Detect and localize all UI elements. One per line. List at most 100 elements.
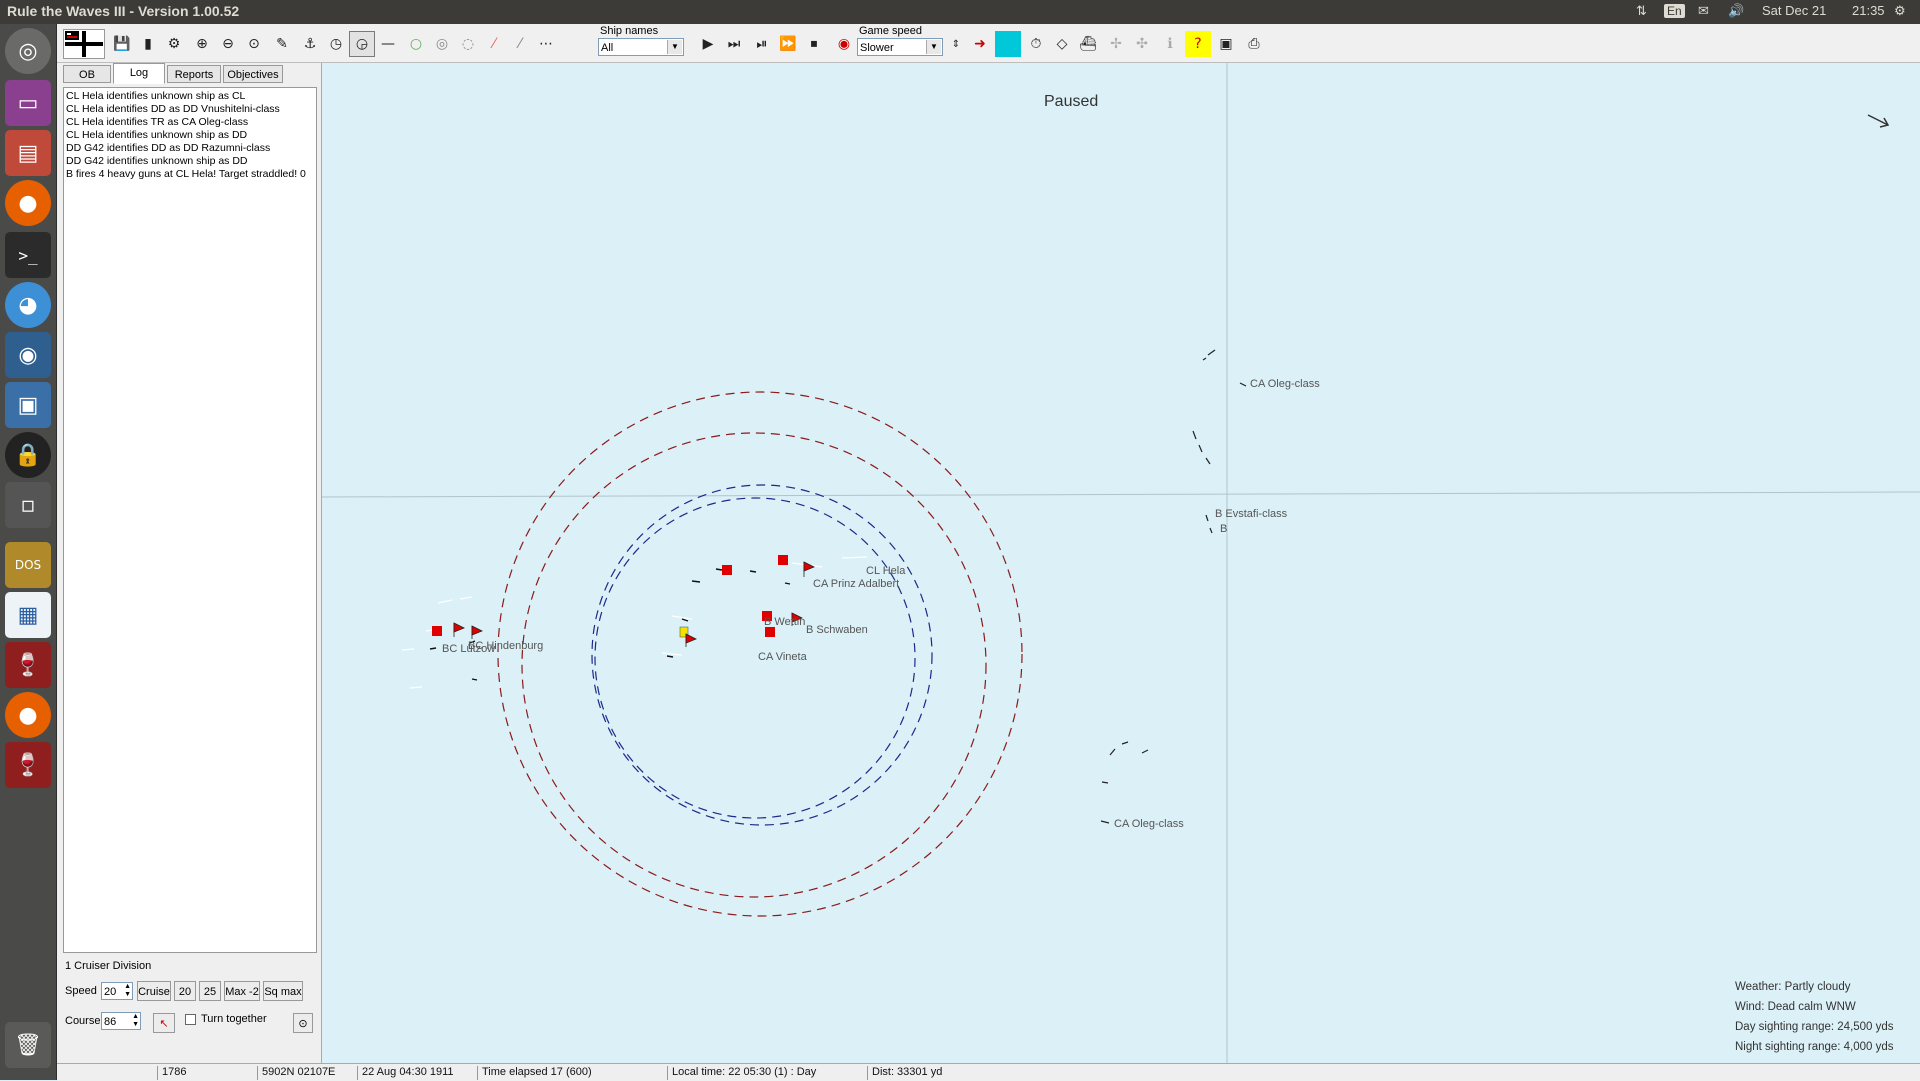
sea-view-icon[interactable] <box>995 31 1021 57</box>
stop-icon[interactable]: ⏹ <box>801 31 827 57</box>
wine-glass-icon[interactable]: 🍷 <box>5 642 51 688</box>
red-arrow-icon[interactable]: ➜ <box>967 31 993 57</box>
cruise-speed-button[interactable]: Cruise <box>137 981 171 1001</box>
red-line-icon[interactable]: ⁄ <box>481 31 507 57</box>
speed-input[interactable]: 20 ▲ ▼ <box>101 982 133 1000</box>
lock-icon[interactable]: 🔒 <box>5 432 51 478</box>
circle-gray-icon[interactable]: ◎ <box>429 31 455 57</box>
step-icon[interactable]: ⏭ <box>721 31 747 57</box>
battle-log[interactable]: CL Hela identifies unknown ship as CL CL… <box>63 87 317 953</box>
save-icon[interactable]: 💾 <box>109 31 135 57</box>
gray-line-icon[interactable]: ⁄ <box>507 31 533 57</box>
chevron-down-icon[interactable]: ▼ <box>667 40 682 54</box>
formation-2-icon[interactable]: ✣ <box>1129 31 1155 57</box>
clock-time[interactable]: 21:35 <box>1852 3 1885 18</box>
clock-icon[interactable]: ◷ <box>323 31 349 57</box>
screenshot-icon[interactable]: ▣ <box>1213 31 1239 57</box>
book-icon[interactable]: ▮ <box>135 31 161 57</box>
ship-label[interactable]: CA Oleg-class <box>1250 378 1320 390</box>
set-course-cursor-icon[interactable]: ↖ <box>153 1013 175 1033</box>
ship-icon[interactable]: ⛴ <box>1075 31 1101 57</box>
log-line: B fires 4 heavy guns at CL Hela! Target … <box>66 168 306 180</box>
night-sighting-range: Night sighting range: 4,000 yds <box>1735 1041 1894 1053</box>
ship-label[interactable]: B Evstafi-class <box>1215 508 1287 520</box>
flag-icon[interactable] <box>63 29 105 59</box>
log-line: CL Hela identifies unknown ship as CL <box>66 90 246 102</box>
zoom-out-icon[interactable]: ⊖ <box>215 31 241 57</box>
tab-log[interactable]: Log <box>113 63 165 84</box>
terminal-icon[interactable]: >_ <box>5 232 51 278</box>
info-icon[interactable]: ℹ <box>1157 31 1183 57</box>
squadron-max-button[interactable]: Sq max <box>263 981 303 1001</box>
wine-glass-2-icon[interactable]: 🍷 <box>5 742 51 788</box>
step-back-icon[interactable]: ⏯ <box>749 31 775 57</box>
tab-objectives[interactable]: Objectives <box>223 65 283 83</box>
document-icon[interactable]: ▦ <box>5 592 51 638</box>
dosbox-icon[interactable]: DOS <box>5 542 51 588</box>
ship-label[interactable]: CA Oleg-class <box>1114 818 1184 830</box>
virtualbox-icon[interactable]: ▣ <box>5 382 51 428</box>
log-line: CL Hela identifies TR as CA Oleg-class <box>66 116 249 128</box>
file-manager-icon[interactable]: ▤ <box>5 130 51 176</box>
ship-label[interactable]: CA Prinz Adalbert <box>813 578 899 590</box>
fast-forward-icon[interactable]: ⏩ <box>775 31 801 57</box>
steam-icon[interactable]: ◉ <box>5 332 51 378</box>
ship-label[interactable]: CA Vineta <box>758 651 807 663</box>
clock-date[interactable]: Sat Dec 21 <box>1762 3 1826 18</box>
timer-icon[interactable]: ◶ <box>349 31 375 57</box>
help-icon[interactable]: ? <box>1185 31 1211 57</box>
ship-label[interactable]: B <box>1220 523 1227 535</box>
window-small-icon[interactable]: ▫ <box>5 482 51 528</box>
zoom-in-icon[interactable]: ⊕ <box>189 31 215 57</box>
tab-reports[interactable]: Reports <box>167 65 221 83</box>
line-icon[interactable]: — <box>375 31 401 57</box>
stopwatch-icon[interactable]: ⏱ <box>1023 31 1049 57</box>
target-icon[interactable]: ◉ <box>831 31 857 57</box>
ship-label[interactable]: BC Hindenburg <box>468 640 543 652</box>
network-icon[interactable]: ⇅ <box>1636 3 1647 19</box>
window-app-icon[interactable]: ▭ <box>5 80 51 126</box>
circle-green-icon[interactable]: ○ <box>403 31 429 57</box>
chevron-down-icon[interactable]: ▼ <box>926 40 941 54</box>
speed-spinner-icon[interactable]: ⇕ <box>943 31 969 57</box>
torpedo-range-ring-inner <box>594 497 916 819</box>
map-canvas[interactable] <box>322 63 1920 1063</box>
color-app-icon[interactable]: ◕ <box>5 282 51 328</box>
keyboard-language[interactable]: En <box>1664 4 1685 18</box>
turn-together-checkbox[interactable] <box>185 1014 196 1025</box>
play-icon[interactable]: ▶ <box>695 31 721 57</box>
print-icon[interactable]: ⎙ <box>1241 31 1267 57</box>
zoom-fit-icon[interactable]: ⊙ <box>241 31 267 57</box>
ship-names-select[interactable]: All ▼ <box>598 38 684 56</box>
firefox-2-icon[interactable]: ● <box>5 692 51 738</box>
speed-20-button[interactable]: 20 <box>174 981 196 1001</box>
settings-gear-icon[interactable]: ⚙ <box>1894 3 1906 19</box>
ship-label[interactable]: B Schwaben <box>806 624 868 636</box>
speed-25-button[interactable]: 25 <box>199 981 221 1001</box>
tab-ob[interactable]: OB <box>63 65 111 83</box>
circle-gray-2-icon[interactable]: ◌ <box>455 31 481 57</box>
pencil-icon[interactable]: ✎ <box>269 31 295 57</box>
battle-map[interactable]: Paused CA Oleg-class B Evstafi-class B C… <box>322 63 1920 1063</box>
spin-arrows-icon[interactable]: ▲ ▼ <box>132 1013 139 1029</box>
mail-icon[interactable]: ✉ <box>1698 3 1709 19</box>
spin-arrows-icon[interactable]: ▲ ▼ <box>124 983 131 999</box>
anchor-icon[interactable]: ⚓ <box>297 31 323 57</box>
settings-icon[interactable]: ⚙ <box>161 31 187 57</box>
formation-icon[interactable]: ✢ <box>1103 31 1129 57</box>
course-input[interactable]: 86 ▲ ▼ <box>101 1012 141 1030</box>
speed-value: 20 <box>104 986 117 998</box>
ubuntu-dash-icon[interactable]: ◎ <box>5 28 51 74</box>
firefox-icon[interactable]: ● <box>5 180 51 226</box>
volume-icon[interactable]: 🔊 <box>1728 3 1744 19</box>
game-speed-select[interactable]: Slower ▼ <box>857 38 943 56</box>
formation-settings-icon[interactable]: ⊙ <box>293 1013 313 1033</box>
ship-label[interactable]: B Wettin <box>764 616 805 628</box>
dots-icon[interactable]: ⋯ <box>533 31 559 57</box>
trash-icon[interactable]: 🗑 <box>5 1022 51 1068</box>
eraser-icon[interactable]: ◇ <box>1049 31 1075 57</box>
status-bar: 1786 5902N 02107E 22 Aug 04:30 1911 Time… <box>57 1063 1920 1081</box>
status-position: 5902N 02107E <box>257 1066 358 1080</box>
max-minus-2-button[interactable]: Max -2 <box>224 981 260 1001</box>
ship-label[interactable]: CL Hela <box>866 565 905 577</box>
